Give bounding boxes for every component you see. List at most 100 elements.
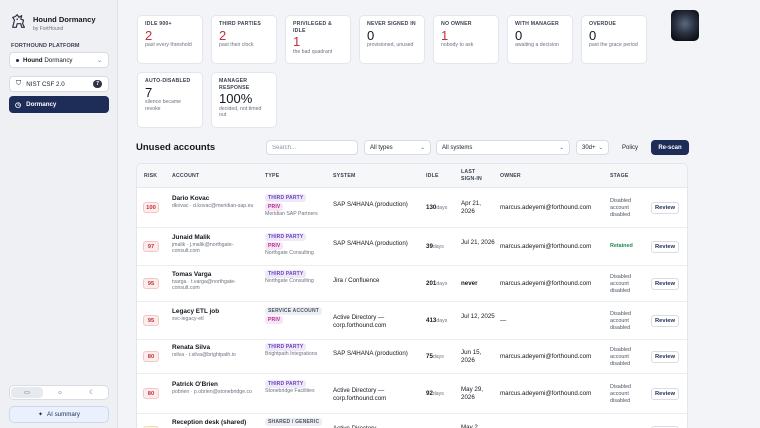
stat-label: IDLE 900+ [145, 21, 172, 27]
stat-label: PRIVILEGED & IDLE [293, 21, 333, 34]
policy-button[interactable]: Policy [614, 140, 646, 155]
review-button[interactable]: Review [651, 202, 679, 214]
owner-cell[interactable]: — [500, 317, 506, 325]
brand-logo[interactable]: Hound Dormancy by FortHound [10, 10, 96, 32]
stat-value: 2 [219, 27, 227, 43]
header-type[interactable]: TYPE [265, 173, 279, 180]
header-owner[interactable]: OWNER [500, 173, 521, 180]
header-system[interactable]: SYSTEM [333, 173, 356, 180]
priv-tag: PRIV [265, 316, 284, 324]
sun-icon[interactable]: ☼ [44, 386, 76, 399]
stat-card[interactable]: NEVER SIGNED IN 0 provisioned, unused [359, 15, 425, 64]
account-id: dkovac · d.kovac@meridian-sap.eu [172, 203, 254, 209]
shield-icon: ⛉ [16, 80, 22, 87]
sidebar-item-dormancy[interactable]: ◷ Dormancy [9, 96, 109, 113]
stat-card[interactable]: IDLE 900+ 2 past every threshold [137, 15, 203, 64]
risk-score-badge: 80 [143, 351, 159, 362]
header-idle[interactable]: IDLE [426, 173, 439, 180]
table-row[interactable]: 95 Legacy ETL job svc-legacy-etl SERVICE AC… [137, 302, 687, 340]
sidebar-item-label: NIST CSF 2.0 [26, 80, 65, 88]
search-input[interactable] [266, 140, 358, 155]
stat-card[interactable]: WITH MANAGER 0 awaiting a decision [507, 15, 573, 64]
stat-card[interactable]: PRIVILEGED & IDLE 1 the bad quadrant [285, 15, 351, 64]
moon-icon[interactable]: ☾ [76, 386, 108, 399]
system-cell: Active Directory — corp.forthound.com [333, 314, 387, 329]
owner-cell[interactable]: marcus.adeyemi@forthound.com [500, 280, 591, 288]
type-cell: SHARED / GENERIC [265, 417, 331, 426]
org-selector[interactable]: Hound Dormancy ⌄ [9, 52, 109, 68]
type-tag: SHARED / GENERIC [265, 417, 323, 426]
review-button[interactable]: Review [651, 351, 679, 363]
brand-subtitle: by FortHound [33, 25, 64, 32]
account-id: pobrien · p.obrien@stonebridge.co [172, 389, 252, 395]
last-signin-cell: Apr 21, 2026 [461, 200, 481, 215]
header-account[interactable]: ACCOUNT [172, 173, 199, 180]
review-button[interactable]: Review [651, 315, 679, 327]
header-risk[interactable]: RISK [144, 173, 157, 180]
risk-score-badge: 97 [143, 241, 159, 252]
rescan-button[interactable]: Re-scan [651, 140, 689, 155]
owner-cell[interactable]: marcus.adeyemi@forthound.com [500, 243, 591, 251]
owner-cell[interactable]: marcus.adeyemi@forthound.com [500, 353, 591, 361]
stat-card[interactable]: MANAGER RESPONSE 100% decided, not timed o… [211, 72, 277, 128]
type-tag: THIRD PARTY [265, 194, 307, 202]
account-cell[interactable]: Renata Silva rsilva · r.silva@brightpath.… [172, 344, 256, 358]
system-cell: SAP S/4HANA (production) [333, 240, 408, 247]
account-name: Renata Silva [172, 344, 211, 351]
owner-cell[interactable]: marcus.adeyemi@forthound.com [500, 390, 591, 398]
review-button[interactable]: Review [651, 388, 679, 400]
table-row[interactable]: 80 Patrick O'Brien pobrien · p.obrien@ston… [137, 374, 687, 414]
priv-tag: PRIV [265, 242, 284, 250]
account-cell[interactable]: Reception desk (shared)reception [172, 419, 256, 428]
range-filter-select[interactable]: 30d+ ⌄ [576, 140, 609, 155]
idle-days: 130 [426, 204, 437, 211]
risk-score-badge: 95 [143, 315, 159, 326]
last-signin-cell: May 29, 2026 [461, 386, 484, 401]
header-stage[interactable]: STAGE [610, 173, 628, 180]
review-button[interactable]: Review [651, 278, 679, 290]
account-cell[interactable]: Dario Kovac dkovac · d.kovac@meridian-sap… [172, 195, 256, 209]
risk-score-badge: 80 [143, 388, 159, 399]
ai-summary-button[interactable]: ✦ AI summary [9, 406, 109, 423]
sidebar-item-nist[interactable]: ⛉ NIST CSF 2.0 7 [9, 76, 109, 92]
nist-count-badge: 7 [93, 80, 102, 88]
stat-value: 1 [441, 27, 449, 43]
idle-unit: days [432, 354, 444, 360]
system-filter-value: All systems [442, 144, 473, 151]
account-cell[interactable]: Tomas Varga tvarga · t.varga@northgate-co… [172, 271, 256, 291]
type-cell: THIRD PARTY PRIV Meridian SAP Partners [265, 194, 331, 217]
chevron-down-icon: ⌄ [559, 144, 564, 151]
idle-days: 75 [426, 353, 433, 360]
stat-value: 0 [515, 27, 523, 43]
table-row[interactable]: 100 Dario Kovac dkovac · d.kovac@meridian-… [137, 188, 687, 228]
account-name: Junaid Malik [172, 234, 211, 241]
account-cell[interactable]: Junaid Malik jmalik · j.malik@northgate-c… [172, 234, 256, 254]
header-last-signin[interactable]: LAST SIGN-IN [461, 169, 489, 183]
type-filter-value: All types [370, 144, 393, 151]
chevron-down-icon: ⌄ [598, 144, 603, 151]
stat-subtext: silence became revoke [145, 99, 182, 112]
account-cell[interactable]: Patrick O'Brien pobrien · p.obrien@stoneb… [172, 381, 256, 395]
table-row[interactable]: 70Reception desk (shared)receptionSHARED… [137, 414, 687, 428]
monitor-icon[interactable]: ▭ [11, 387, 43, 398]
table-row[interactable]: 97 Junaid Malik jmalik · j.malik@northgate… [137, 228, 687, 266]
type-org: Stonebridge Facilities [265, 388, 315, 394]
table-row[interactable]: 80 Renata Silva rsilva · r.silva@brightpat… [137, 340, 687, 374]
idle-days: 201 [426, 280, 437, 287]
stat-value: 1 [293, 34, 301, 49]
stat-card[interactable]: AUTO-DISABLED 7 silence became revoke [137, 72, 203, 128]
account-cell[interactable]: Legacy ETL job svc-legacy-etl [172, 308, 256, 322]
stat-card[interactable]: NO OWNER 1 nobody to ask [433, 15, 499, 64]
table-row[interactable]: 95 Tomas Varga tvarga · t.varga@northgate-… [137, 266, 687, 302]
stat-label: MANAGER RESPONSE [219, 78, 250, 91]
review-button[interactable]: Review [651, 241, 679, 253]
avatar[interactable] [671, 10, 699, 41]
last-signin-cell: Jul 21, 2026 [461, 239, 495, 246]
stat-card[interactable]: OVERDUE 0 past the grace period [581, 15, 647, 64]
system-filter-select[interactable]: All systems ⌄ [436, 140, 570, 155]
stage-cell: Disabled account disabled [610, 274, 631, 294]
owner-cell[interactable]: marcus.adeyemi@forthound.com [500, 204, 591, 212]
sidebar: Hound Dormancy by FortHound FORTHOUND PL… [0, 0, 118, 428]
stat-card[interactable]: THIRD PARTIES 2 past their clock [211, 15, 277, 64]
type-filter-select[interactable]: All types ⌄ [364, 140, 431, 155]
